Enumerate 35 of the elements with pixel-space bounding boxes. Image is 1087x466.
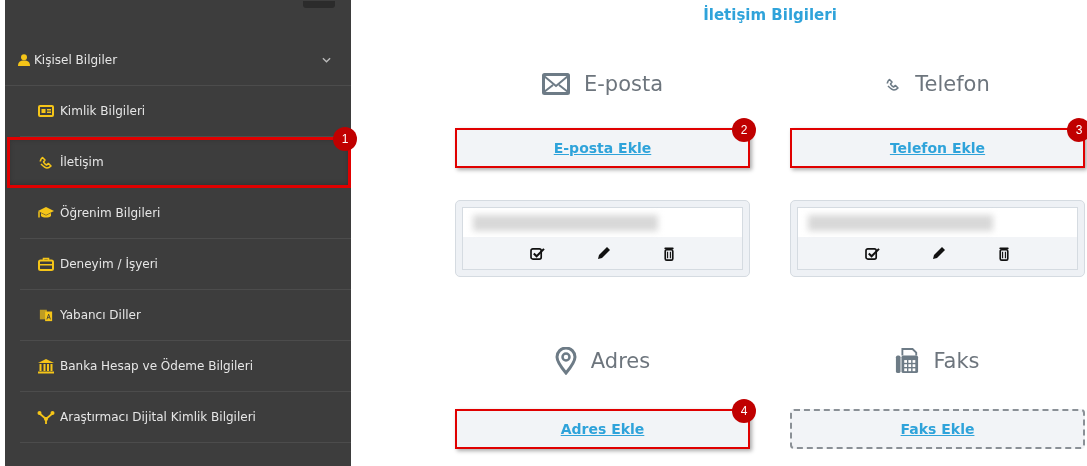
sidebar-item[interactable]: Banka Hesap ve Ödeme Bilgileri	[20, 341, 351, 392]
sidebar-item[interactable]: Yabancı Diller	[20, 290, 351, 341]
checkbox-icon[interactable]	[865, 246, 880, 260]
step-badge: 1	[333, 127, 357, 151]
network-icon	[37, 409, 55, 425]
briefcase-icon	[38, 257, 54, 271]
id-card-icon	[38, 105, 54, 117]
trash-icon[interactable]	[998, 245, 1010, 261]
envelope-icon	[541, 73, 570, 95]
sidebar-item[interactable]: Araştırmacı Dijital Kimlik Bilgileri	[20, 392, 351, 443]
language-icon	[39, 308, 53, 322]
fax-icon	[895, 348, 920, 374]
edit-icon[interactable]	[597, 246, 611, 260]
bank-icon	[37, 358, 55, 374]
section-label: Kişisel Bilgiler	[34, 53, 119, 67]
edit-icon[interactable]	[932, 246, 946, 260]
user-icon	[18, 54, 30, 66]
chevron-down-icon	[322, 57, 331, 63]
section-title: E-posta	[583, 72, 664, 96]
section-title: Faks	[933, 349, 980, 373]
sidebar-section-header[interactable]: Kişisel Bilgiler	[5, 35, 351, 86]
graduation-cap-icon	[37, 206, 55, 220]
phone-icon	[885, 76, 902, 92]
phone-icon	[38, 154, 54, 170]
step-badge: 3	[1067, 118, 1087, 142]
sidebar-item[interactable]: Öğrenim Bilgileri	[20, 188, 351, 239]
checkbox-icon[interactable]	[530, 246, 545, 260]
step-badge: 2	[732, 118, 756, 142]
page-title: İletişim Bilgileri	[702, 6, 838, 24]
sidebar-item[interactable]: Deneyim / İşyeri	[20, 239, 351, 290]
location-pin-icon	[554, 347, 577, 375]
trash-icon[interactable]	[663, 245, 675, 261]
step-badge: 4	[732, 399, 756, 423]
section-title: Adres	[590, 349, 651, 373]
section-title: Telefon	[915, 72, 990, 96]
